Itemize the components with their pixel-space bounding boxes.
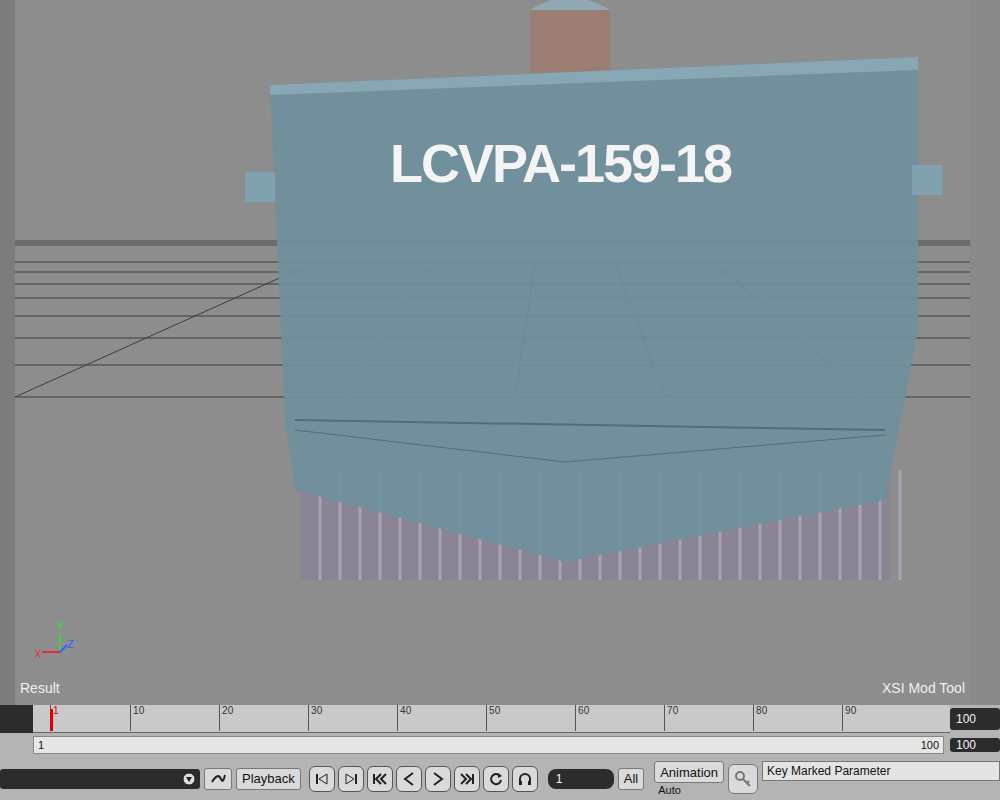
current-frame-field[interactable]: 1 xyxy=(548,769,614,789)
svg-text:Y: Y xyxy=(57,620,65,632)
timeline-panel: 11020304050607080901001100100Playback1Al… xyxy=(0,705,1000,800)
key-icon xyxy=(733,769,753,789)
scene-dropdown[interactable] xyxy=(0,769,200,789)
prev-frame-icon xyxy=(314,771,330,787)
timeline-tick: 90 xyxy=(842,705,856,731)
end-frame-field[interactable]: 100 xyxy=(950,708,1000,730)
play-back-icon xyxy=(401,771,417,787)
timeline-tick: 40 xyxy=(397,705,411,731)
loop-button[interactable] xyxy=(483,766,509,792)
loop-tool-button[interactable] xyxy=(204,768,232,790)
range-start: 1 xyxy=(38,739,44,751)
viewport-mode-label: Result xyxy=(20,680,60,696)
play-back-button[interactable] xyxy=(396,766,422,792)
brand-label: XSI Mod Tool xyxy=(882,680,965,696)
first-frame-button[interactable] xyxy=(367,766,393,792)
svg-text:Z: Z xyxy=(67,638,74,650)
timeline-tick: 30 xyxy=(308,705,322,731)
prev-frame-button[interactable] xyxy=(309,766,335,792)
curve-icon xyxy=(209,770,227,788)
hull-label: LCVPA-159-18 xyxy=(390,132,731,194)
xsi-mod-tool: LCVPA-159-18 Y X Z Result XSI Mod Tool 1 10 20 30… xyxy=(0,0,1000,800)
timeline-tick: 80 xyxy=(753,705,767,731)
timeline-ruler[interactable]: 1102030405060708090 xyxy=(33,705,950,733)
all-button[interactable]: All xyxy=(618,768,644,790)
timeline-tick: 20 xyxy=(219,705,233,731)
playback-button[interactable]: Playback xyxy=(236,768,301,790)
auto-label[interactable]: Auto xyxy=(654,784,724,796)
range-end-field[interactable]: 100 xyxy=(950,738,1000,752)
timeline-tick: 60 xyxy=(575,705,589,731)
last-frame-button[interactable] xyxy=(454,766,480,792)
start-field[interactable] xyxy=(0,705,33,733)
key-marked-parameters-label[interactable]: Key Marked Parameter xyxy=(762,761,1000,781)
playhead[interactable] xyxy=(50,709,53,731)
axis-icon: Y X Z xyxy=(32,618,82,668)
timeline-tick: 10 xyxy=(130,705,144,731)
viewport[interactable]: LCVPA-159-18 Y X Z Result XSI Mod Tool xyxy=(0,0,1000,705)
first-frame-icon xyxy=(372,771,388,787)
play-forward-icon xyxy=(430,771,446,787)
next-frame-icon xyxy=(343,771,359,787)
timeline-tick: 70 xyxy=(664,705,678,731)
key-button[interactable] xyxy=(728,764,758,794)
timeline-tick: 50 xyxy=(486,705,500,731)
audio-button[interactable] xyxy=(512,766,538,792)
last-frame-icon xyxy=(459,771,475,787)
boat-model[interactable] xyxy=(15,0,970,705)
animation-button[interactable]: Animation xyxy=(654,761,724,783)
range-slider[interactable]: 1 100 xyxy=(33,736,944,754)
range-end: 100 xyxy=(921,739,939,751)
dropdown-arrow-icon xyxy=(182,772,196,786)
svg-text:X: X xyxy=(34,648,42,660)
loop-icon xyxy=(488,771,504,787)
headphones-icon xyxy=(517,771,533,787)
next-frame-button[interactable] xyxy=(338,766,364,792)
play-forward-button[interactable] xyxy=(425,766,451,792)
